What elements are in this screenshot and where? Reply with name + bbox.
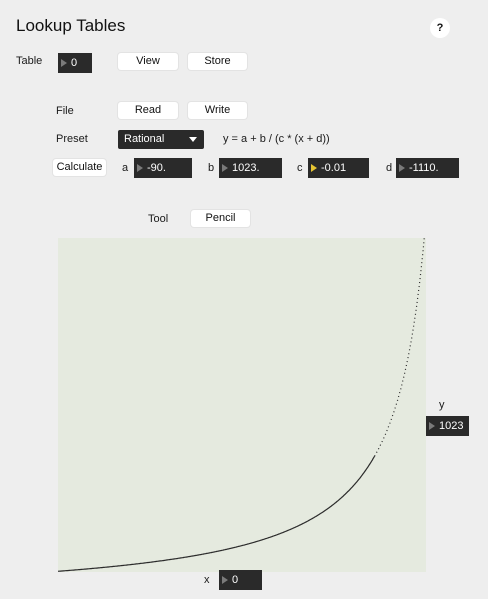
x-label: x [204,574,210,586]
preset-label: Preset [56,133,88,145]
tool-pencil-button[interactable]: Pencil [191,210,250,227]
calculate-button[interactable]: Calculate [53,159,106,176]
view-button[interactable]: View [118,53,178,70]
chevron-down-icon [189,137,197,142]
store-button[interactable]: Store [188,53,247,70]
read-button[interactable]: Read [118,102,178,119]
preset-menu-value: Rational [124,133,165,145]
table-number-box[interactable]: 0 [58,53,92,73]
param-b-number-box[interactable]: 1023. [219,158,282,178]
curve-dotted-segment [374,238,426,457]
write-button[interactable]: Write [188,102,247,119]
curve-svg [58,238,426,572]
param-c-number-box[interactable]: -0.01 [308,158,369,178]
y-number-box[interactable]: 1023 [426,416,469,436]
y-label: y [439,399,445,411]
param-d-label: d [386,162,393,174]
param-a-label: a [122,162,129,174]
param-b-label: b [208,162,215,174]
param-c-label: c [297,162,303,174]
table-label: Table [16,55,43,67]
page-title: Lookup Tables [16,16,126,35]
formula-text: y = a + b / (c * (x + d)) [223,133,330,145]
help-button[interactable]: ? [430,18,450,38]
param-d-number-box[interactable]: -1110. [396,158,459,178]
x-number-box[interactable]: 0 [219,570,262,590]
file-label: File [56,105,74,117]
tool-label: Tool [148,213,169,225]
param-a-number-box[interactable]: -90. [134,158,192,178]
table-plot[interactable] [58,238,426,572]
curve-line [58,455,376,572]
preset-menu[interactable]: Rational [118,130,204,149]
